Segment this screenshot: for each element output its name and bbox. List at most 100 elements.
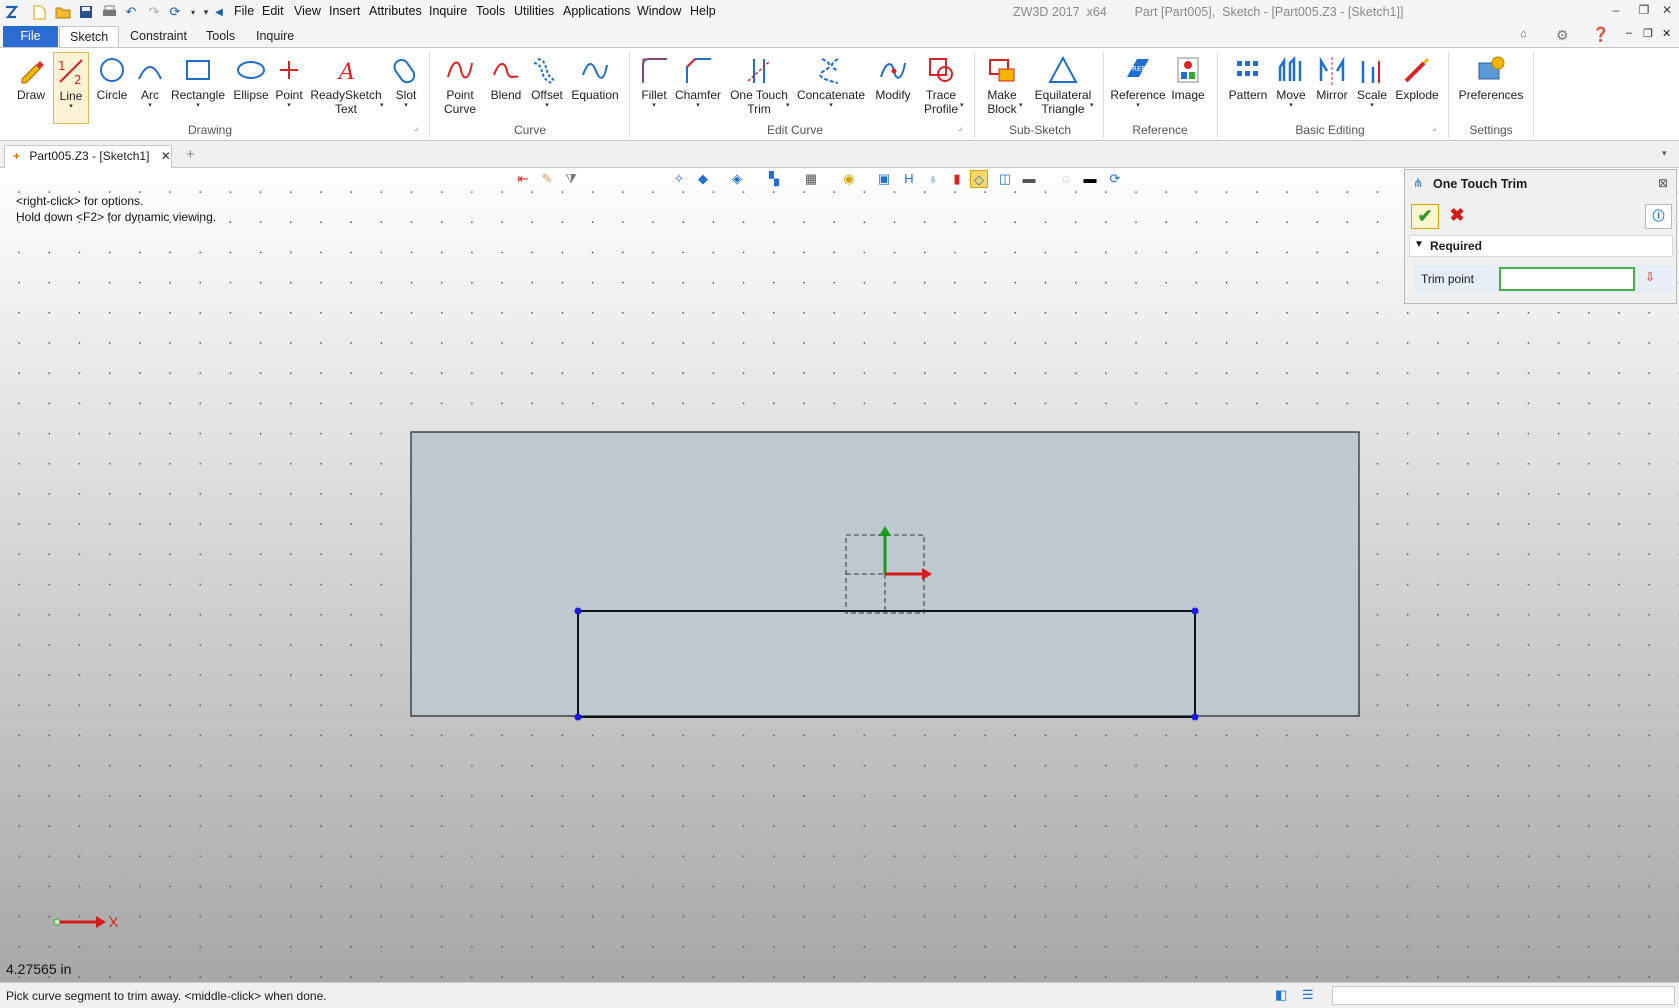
info-button[interactable]: ⓘ [1645,204,1672,229]
draw-button[interactable]: Draw [12,52,50,102]
fit-view-icon[interactable]: ▣ [875,170,893,188]
move-button[interactable]: Move ▾ [1272,52,1310,110]
reference-button[interactable]: REF Reference ▾ [1110,52,1166,110]
preferences-button[interactable]: Preferences [1456,52,1526,102]
document-tab[interactable]: + Part005.Z3 - [Sketch1] ✕ [4,145,172,168]
rectangle-dropdown-icon[interactable]: ▾ [168,102,228,110]
menu-tools[interactable]: Tools [476,4,505,18]
help-icon[interactable]: ❓ [1592,26,1609,43]
display-mode-icon[interactable]: ▬ [1020,170,1038,188]
view-cube-icon[interactable]: ◆ [694,170,712,188]
reference-dropdown-icon[interactable]: ▾ [1110,102,1166,110]
point-curve-button[interactable]: Point Curve [438,52,482,116]
offset-button[interactable]: Offset ▾ [527,52,567,110]
line-dropdown-icon[interactable]: ▾ [54,103,88,111]
panel-close-icon[interactable]: ⊠ [1658,176,1668,190]
collapse-ribbon-icon[interactable]: ⌂ [1520,28,1527,40]
menu-arrow-icon[interactable]: ◀ [210,3,228,21]
settings-gear-icon[interactable]: ⚙ [1556,27,1569,44]
line-button[interactable]: 12 Line ▾ [53,52,89,124]
vertex-point[interactable] [1191,713,1199,721]
command-input[interactable] [1332,986,1675,1005]
sketch-view-icon[interactable]: ◇ [970,170,988,188]
equilateral-triangle-button[interactable]: Equilateral Triangle [1032,52,1094,116]
trim-dropdown-icon[interactable]: ▾ [786,102,790,110]
menu-edit[interactable]: Edit [262,4,284,18]
minimize-icon[interactable]: – [1609,3,1623,19]
refresh-icon[interactable]: ⟳ [166,3,184,21]
close-icon[interactable]: ✕ [1660,3,1674,19]
shading-icon[interactable]: ◈ [728,170,746,188]
move-dropdown-icon[interactable]: ▾ [1272,102,1310,110]
constraint-icon[interactable]: ♁ [924,170,942,188]
tab-tools[interactable]: Tools [196,26,245,47]
menu-window[interactable]: Window [637,4,681,18]
add-tab-button[interactable]: + [186,146,195,163]
mirror-button[interactable]: Mirror [1312,52,1352,102]
required-section-header[interactable]: ▼ Required [1409,235,1673,257]
doc-restore-icon[interactable]: ❐ [1643,27,1653,40]
arc-dropdown-icon[interactable]: ▾ [134,102,166,110]
basic-editing-launcher-icon[interactable]: ⌟ [1432,122,1436,133]
vertex-point[interactable] [574,713,582,721]
app-logo-icon[interactable] [2,3,20,21]
new-file-icon[interactable] [30,3,48,21]
menu-utilities[interactable]: Utilities [514,4,554,18]
fillet-dropdown-icon[interactable]: ▾ [637,102,671,110]
rotate-view-icon[interactable]: ⟳ [1106,170,1124,188]
exit-sketch-icon[interactable]: ⇤ [514,170,532,188]
tab-constraint[interactable]: Constraint [120,26,197,47]
equation-button[interactable]: Equation [568,52,622,102]
make-block-button[interactable]: Make Block [982,52,1022,116]
save-icon[interactable] [77,3,95,21]
scale-button[interactable]: Scale ▾ [1354,52,1390,110]
ok-check-button[interactable]: ✔ [1411,204,1439,229]
slot-dropdown-icon[interactable]: ▾ [390,102,422,110]
point-dropdown-icon[interactable]: ▾ [272,102,306,110]
chamfer-button[interactable]: Chamfer ▾ [673,52,723,110]
ellipse-button[interactable]: Ellipse [230,52,272,102]
rectangle-button[interactable]: Rectangle ▾ [168,52,228,110]
filter-icon[interactable]: ⧩ [562,170,580,188]
restore-icon[interactable]: ❐ [1637,3,1651,19]
pattern-button[interactable]: Pattern [1226,52,1270,102]
status-list-icon[interactable]: ☰ [1302,987,1314,1003]
concatenate-button[interactable]: Concatenate ▾ [796,52,866,110]
pick-point-icon[interactable]: ⇩ [1645,270,1655,284]
edit-curve-launcher-icon[interactable]: ⌟ [958,122,962,133]
explode-button[interactable]: Explode [1392,52,1442,102]
pick-filter-icon[interactable]: ✧ [670,170,688,188]
open-file-icon[interactable] [54,3,72,21]
trim-point-input[interactable] [1499,267,1635,291]
tab-sketch[interactable]: Sketch [59,26,119,47]
grid-icon[interactable]: ▦ [802,170,820,188]
vertex-point[interactable] [574,607,582,615]
slot-button[interactable]: Slot ▾ [390,52,422,110]
drawing-launcher-icon[interactable]: ⌟ [414,122,418,133]
doc-close-icon[interactable]: ✕ [1662,27,1671,40]
undo-icon[interactable]: ↶ [122,3,140,21]
circle-button[interactable]: Circle [92,52,132,102]
line-weight-icon[interactable]: ▬ [1081,170,1099,188]
eraser-icon[interactable]: ✎ [538,170,556,188]
doc-minimize-icon[interactable]: – [1626,27,1632,39]
point-button[interactable]: Point ▾ [272,52,306,110]
zoom-icon[interactable]: ◉ [840,170,858,188]
trace-dropdown-icon[interactable]: ▾ [960,102,964,110]
one-touch-trim-button[interactable]: One Touch Trim [728,52,790,116]
fillet-button[interactable]: Fillet ▾ [637,52,671,110]
tab-file[interactable]: File [3,26,58,47]
scale-dropdown-icon[interactable]: ▾ [1354,102,1390,110]
triangle-dropdown-icon[interactable]: ▾ [1090,102,1094,110]
layer-icon[interactable]: ◫ [996,170,1014,188]
tab-list-dropdown-icon[interactable]: ▾ [1662,148,1667,159]
readysketch-text-button[interactable]: A ReadySketch Text [310,52,382,116]
view-layout-icon[interactable]: ▚ [765,170,783,188]
menu-file[interactable]: File [234,4,254,18]
menu-help[interactable]: Help [690,4,716,18]
menu-view[interactable]: View [294,4,321,18]
color-icon[interactable]: ▮ [948,170,966,188]
redo-icon[interactable]: ↷ [145,3,163,21]
dimension-icon[interactable]: H [900,170,918,188]
concatenate-dropdown-icon[interactable]: ▾ [796,102,866,110]
